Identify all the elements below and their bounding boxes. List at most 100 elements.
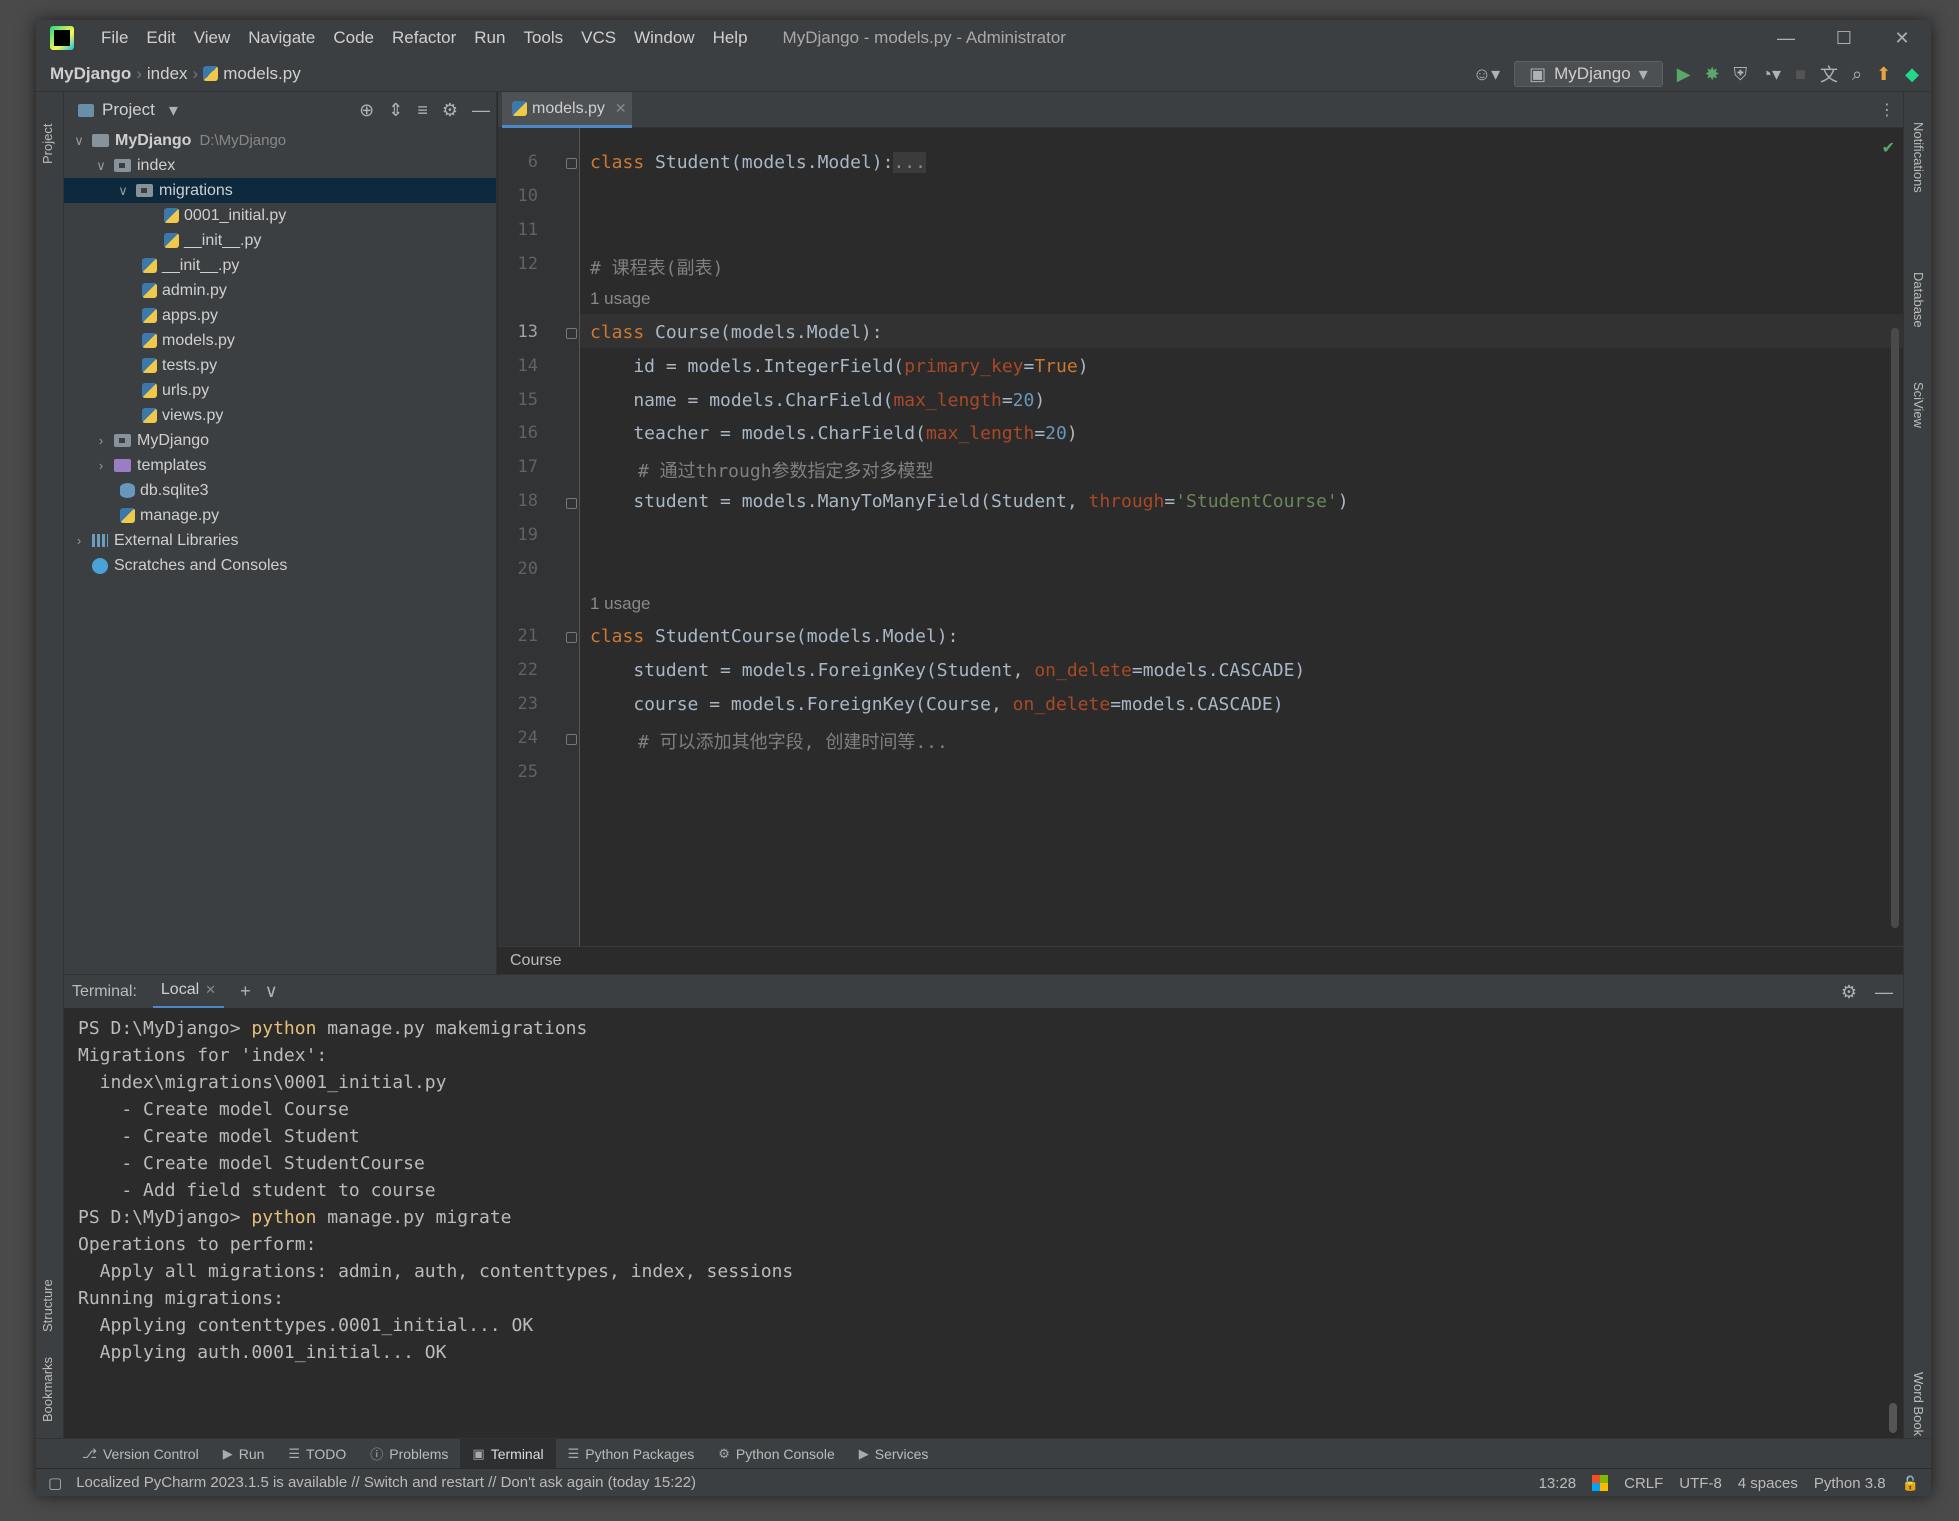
crumb-index[interactable]: index — [147, 64, 188, 84]
menu-tools[interactable]: Tools — [514, 28, 572, 48]
coverage-icon[interactable]: ⛨ — [1734, 64, 1748, 85]
expand-all-icon[interactable]: ⇕ — [388, 100, 403, 121]
close-tab-icon[interactable]: ✕ — [205, 982, 216, 998]
chevron-right-icon[interactable]: › — [94, 433, 108, 448]
close-tab-icon[interactable]: ✕ — [615, 100, 627, 117]
menu-navigate[interactable]: Navigate — [239, 28, 324, 48]
gear-icon[interactable]: ⚙ — [442, 100, 458, 121]
menu-view[interactable]: View — [185, 28, 240, 48]
file-encoding[interactable]: UTF-8 — [1679, 1475, 1722, 1492]
toolwindow-terminal[interactable]: ▣ Terminal — [460, 1438, 556, 1469]
chevron-down-icon[interactable]: ∨ — [94, 158, 108, 174]
usage-hint[interactable]: 1 usage — [590, 594, 651, 614]
fold-icon[interactable] — [566, 734, 577, 745]
caret-position[interactable]: 13:28 — [1539, 1475, 1577, 1492]
terminal-tab-local[interactable]: Local ✕ — [152, 975, 225, 1009]
toggle-panels-icon[interactable]: ▢ — [48, 1474, 62, 1492]
tree-item-migrations[interactable]: ∨ migrations — [64, 178, 496, 203]
toolwindow-services[interactable]: ▶ Services — [847, 1439, 941, 1469]
tree-item-mydjango-pkg[interactable]: › MyDjango — [64, 428, 496, 453]
chevron-down-icon[interactable]: ∨ — [72, 133, 86, 149]
menu-help[interactable]: Help — [704, 28, 757, 48]
crumb-project[interactable]: MyDjango — [50, 64, 131, 84]
line-separator[interactable]: CRLF — [1624, 1475, 1663, 1492]
menu-edit[interactable]: Edit — [137, 28, 184, 48]
gear-icon[interactable]: ⚙ — [1841, 982, 1857, 1003]
user-icon[interactable]: ☺▾ — [1473, 64, 1500, 85]
hide-icon[interactable]: — — [1875, 982, 1893, 1003]
fold-icon[interactable] — [566, 632, 577, 643]
add-tab-icon[interactable]: + — [240, 981, 251, 1002]
toolwindow-python-packages[interactable]: ☰ Python Packages — [556, 1439, 707, 1469]
wordbook-stripe-button[interactable]: Word Book — [1911, 1372, 1926, 1436]
notifications-stripe-button[interactable]: Notifications — [1911, 122, 1926, 193]
update-icon[interactable]: ⬆ — [1876, 64, 1891, 85]
usage-hint[interactable]: 1 usage — [590, 289, 651, 309]
terminal-output[interactable]: PS D:\MyDjango> python manage.py makemig… — [64, 1008, 1903, 1438]
debug-icon[interactable]: ✸ — [1705, 64, 1720, 85]
tree-item-scratches[interactable]: Scratches and Consoles — [64, 553, 496, 578]
inspection-ok-icon[interactable]: ✔ — [1882, 138, 1895, 158]
menu-file[interactable]: File — [92, 28, 137, 48]
sciview-stripe-button[interactable]: SciView — [1911, 382, 1926, 428]
fold-icon[interactable] — [566, 498, 577, 509]
minimize-icon[interactable]: — — [1757, 20, 1815, 56]
database-stripe-button[interactable]: Database — [1911, 272, 1926, 328]
structure-stripe-button[interactable]: Structure — [40, 1279, 55, 1332]
project-view-label[interactable]: Project — [102, 100, 155, 120]
project-stripe-button[interactable]: Project — [40, 124, 55, 164]
menu-code[interactable]: Code — [324, 28, 383, 48]
menu-run[interactable]: Run — [465, 28, 514, 48]
tree-item-0001-initial[interactable]: 0001_initial.py — [64, 203, 496, 228]
chevron-down-icon[interactable]: ▾ — [169, 100, 178, 121]
tree-item-apps[interactable]: apps.py — [64, 303, 496, 328]
toolwindow-todo[interactable]: ☰ TODO — [276, 1439, 358, 1469]
lock-icon[interactable]: 🔓 — [1902, 1475, 1919, 1492]
menu-vcs[interactable]: VCS — [572, 28, 625, 48]
tree-item-models[interactable]: models.py — [64, 328, 496, 353]
toolwindow-problems[interactable]: ⓘ Problems — [358, 1439, 460, 1469]
chevron-right-icon[interactable]: › — [94, 458, 108, 473]
terminal-scrollbar[interactable] — [1889, 1403, 1897, 1433]
tree-item-urls[interactable]: urls.py — [64, 378, 496, 403]
tree-item-index-init[interactable]: __init__.py — [64, 253, 496, 278]
interpreter-selector[interactable]: Python 3.8 — [1814, 1475, 1886, 1492]
code-breadcrumb-item[interactable]: Course — [510, 952, 562, 970]
bookmarks-stripe-button[interactable]: Bookmarks — [40, 1357, 55, 1422]
tree-item-admin[interactable]: admin.py — [64, 278, 496, 303]
menu-window[interactable]: Window — [625, 28, 703, 48]
tree-item-mydjango-root[interactable]: ∨ MyDjango D:\MyDjango — [64, 128, 496, 153]
crumb-file[interactable]: models.py — [223, 64, 300, 84]
profile-icon[interactable]: ◔▾ — [1761, 64, 1781, 85]
editor-scrollbar[interactable] — [1891, 328, 1899, 928]
status-message[interactable]: Localized PyCharm 2023.1.5 is available … — [76, 1474, 696, 1491]
close-icon[interactable]: ✕ — [1873, 20, 1931, 56]
more-vertical-icon[interactable]: ⋮ — [1879, 100, 1895, 120]
tree-item-db-sqlite3[interactable]: db.sqlite3 — [64, 478, 496, 503]
menu-refactor[interactable]: Refactor — [383, 28, 465, 48]
locate-icon[interactable]: ⊕ — [359, 100, 374, 121]
code-editor[interactable]: 6 10 11 12 13 14 15 16 17 18 19 20 21 22… — [498, 128, 1903, 946]
tree-item-templates[interactable]: › templates — [64, 453, 496, 478]
tree-item-migrations-init[interactable]: __init__.py — [64, 228, 496, 253]
chevron-down-icon[interactable]: ∨ — [265, 981, 278, 1002]
toolwindow-run[interactable]: ▶ Run — [211, 1439, 277, 1469]
toolwindow-version-control[interactable]: ⎇ Version Control — [70, 1439, 211, 1469]
collapse-all-icon[interactable]: ≡ — [417, 100, 428, 121]
hide-icon[interactable]: — — [472, 100, 490, 121]
fold-icon[interactable] — [566, 328, 577, 339]
run-config-select[interactable]: ▣ MyDjango ▾ — [1514, 61, 1663, 87]
translate-icon[interactable]: 文 — [1820, 61, 1838, 87]
run-icon[interactable]: ▶ — [1677, 64, 1691, 85]
tree-item-manage[interactable]: manage.py — [64, 503, 496, 528]
tree-item-views[interactable]: views.py — [64, 403, 496, 428]
tree-item-external-libraries[interactable]: › External Libraries — [64, 528, 496, 553]
search-icon[interactable]: ⌕ — [1852, 64, 1862, 85]
maximize-icon[interactable]: ☐ — [1815, 20, 1873, 56]
toolwindow-python-console[interactable]: ⚙ Python Console — [706, 1439, 847, 1469]
tab-models-py[interactable]: models.py ✕ — [502, 92, 632, 128]
tree-item-tests[interactable]: tests.py — [64, 353, 496, 378]
stop-icon[interactable]: ■ — [1795, 64, 1806, 85]
tree-item-index[interactable]: ∨ index — [64, 153, 496, 178]
jetbrains-ai-icon[interactable]: ◆ — [1905, 64, 1919, 85]
